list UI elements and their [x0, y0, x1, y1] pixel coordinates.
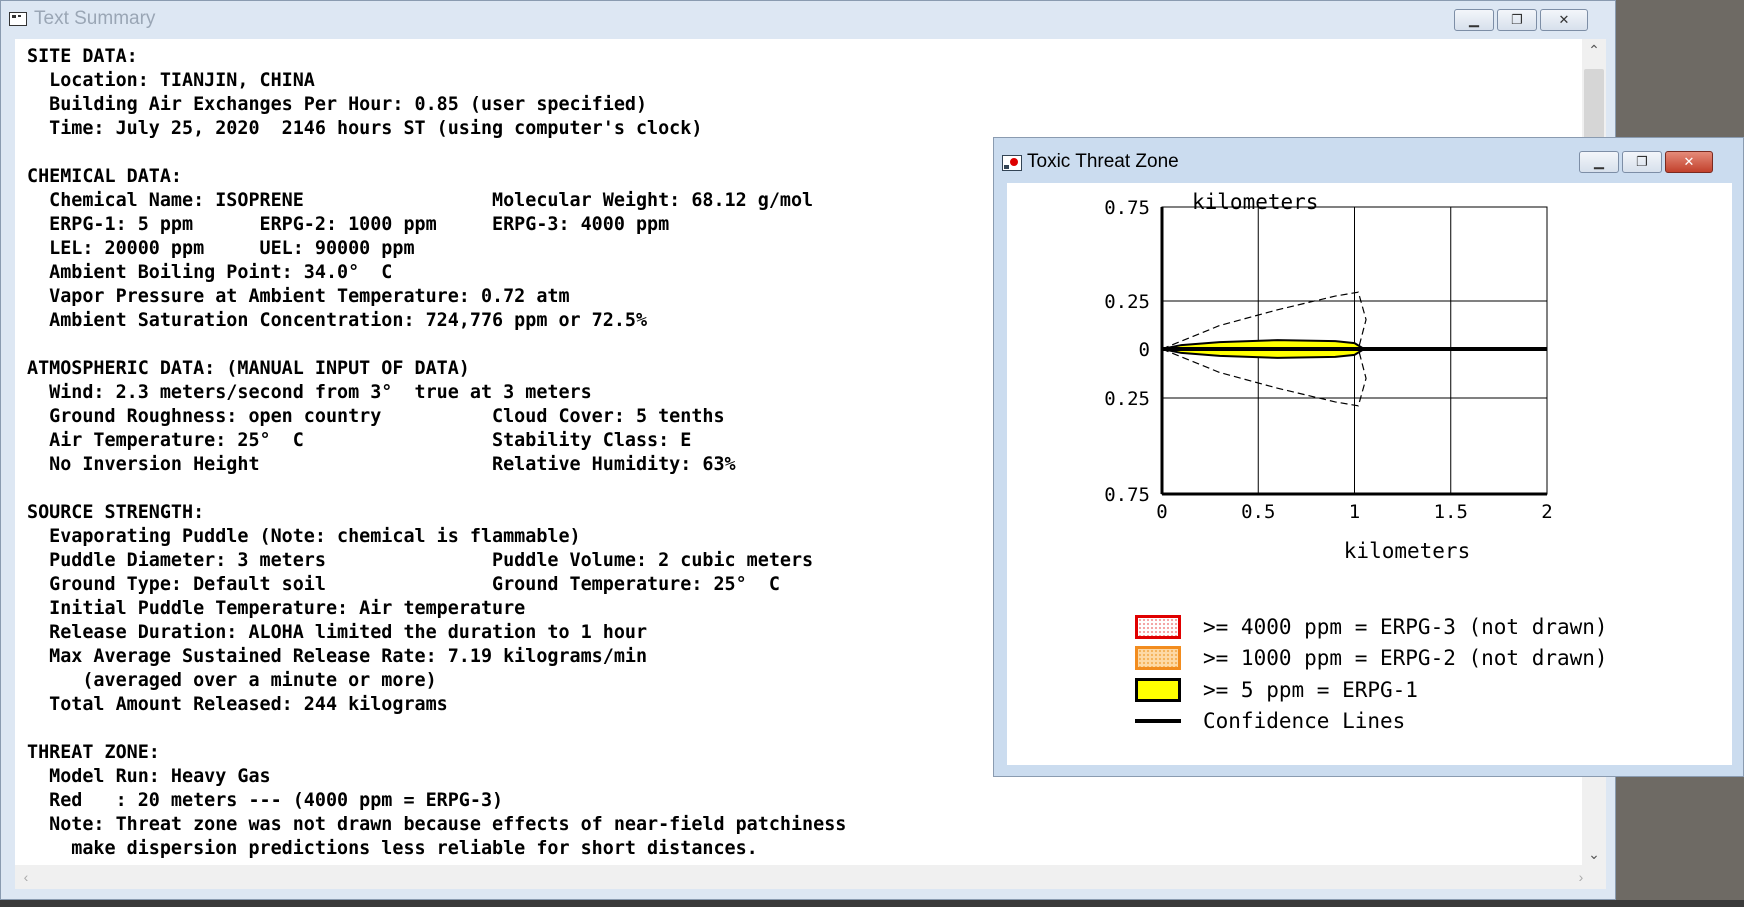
y-tick-label: 0.25: [1104, 291, 1150, 313]
restore-icon: ❐: [1511, 12, 1523, 27]
x-tick-label: 0: [1156, 501, 1167, 523]
y-tick-label: 0.25: [1104, 388, 1150, 410]
threat-zone-legend: >= 4000 ppm = ERPG-3 (not drawn) >= 1000 …: [1135, 611, 1608, 737]
x-tick-label: 0.5: [1241, 501, 1275, 523]
x-tick-label: 2: [1541, 501, 1552, 523]
scroll-up-icon[interactable]: ⌃: [1582, 39, 1606, 61]
minimize-button[interactable]: ▁: [1454, 9, 1494, 31]
minimize-icon: ▁: [1594, 154, 1604, 169]
tz-close-button[interactable]: ✕: [1665, 151, 1713, 173]
minimize-icon: ▁: [1469, 12, 1479, 27]
close-button[interactable]: ✕: [1540, 9, 1588, 31]
legend-label: Confidence Lines: [1203, 709, 1406, 734]
y-tick-label: 0.75: [1104, 484, 1150, 506]
threat-zone-title: Toxic Threat Zone: [1027, 151, 1179, 172]
summary-line: SITE DATA:: [27, 46, 138, 67]
x-tick-label: 1: [1349, 501, 1360, 523]
tz-maximize-button[interactable]: ❐: [1622, 151, 1662, 173]
close-icon: ✕: [1683, 154, 1695, 169]
text-summary-titlebar[interactable]: Text Summary ▁ ❐ ✕: [1, 1, 1615, 37]
legend-swatch: [1135, 614, 1181, 639]
y-tick-label: 0.75: [1104, 197, 1150, 219]
y-tick-label: 0: [1139, 339, 1150, 361]
text-summary-title: Text Summary: [34, 8, 156, 29]
legend-swatch: [1135, 719, 1181, 724]
legend-item: >= 4000 ppm = ERPG-3 (not drawn): [1135, 611, 1608, 643]
document-icon: [9, 12, 27, 26]
threat-zone-plot-area: kilometers kilometers 0.75 0.25 0 0.25 0.75 0…: [1007, 183, 1732, 765]
summary-line: Location: TIANJIN, CHINA: [27, 70, 315, 91]
scroll-thumb[interactable]: [1584, 69, 1604, 139]
legend-label: >= 1000 ppm = ERPG-2 (not drawn): [1203, 646, 1608, 671]
summary-line: Building Air Exchanges Per Hour: 0.85 (u…: [27, 94, 648, 115]
scroll-left-icon[interactable]: ‹: [15, 865, 37, 889]
restore-icon: ❐: [1636, 154, 1648, 169]
legend-label: >= 5 ppm = ERPG-1: [1203, 677, 1418, 702]
threat-zone-titlebar[interactable]: Toxic Threat Zone ▁ ❐ ✕: [994, 144, 1743, 180]
summary-line: make dispersion predictions less reliabl…: [27, 838, 758, 859]
x-tick-label: 1.5: [1434, 501, 1468, 523]
x-axis-label: kilometers: [1344, 539, 1470, 563]
legend-label: >= 4000 ppm = ERPG-3 (not drawn): [1203, 614, 1608, 639]
legend-item: >= 5 ppm = ERPG-1: [1135, 674, 1608, 706]
summary-line: Red : 20 meters --- (4000 ppm = ERPG-3): [27, 790, 504, 811]
scroll-down-icon[interactable]: ⌄: [1582, 843, 1606, 865]
scroll-right-icon[interactable]: ›: [1570, 865, 1592, 889]
horizontal-scrollbar[interactable]: ‹ ›: [15, 865, 1606, 889]
legend-item: >= 1000 ppm = ERPG-2 (not drawn): [1135, 643, 1608, 675]
summary-line: Note: Threat zone was not drawn because …: [27, 814, 847, 835]
y-axis-label: kilometers: [1192, 190, 1318, 214]
legend-item: Confidence Lines: [1135, 706, 1608, 738]
tz-minimize-button[interactable]: ▁: [1579, 151, 1619, 173]
threat-zone-window: Toxic Threat Zone ▁ ❐ ✕ kilometers kilom…: [993, 137, 1744, 777]
threat-zone-icon: [1002, 155, 1022, 171]
desktop-background: [0, 900, 1744, 907]
legend-swatch: [1135, 677, 1181, 702]
legend-swatch: [1135, 646, 1181, 671]
maximize-button[interactable]: ❐: [1497, 9, 1537, 31]
close-icon: ✕: [1558, 12, 1570, 27]
